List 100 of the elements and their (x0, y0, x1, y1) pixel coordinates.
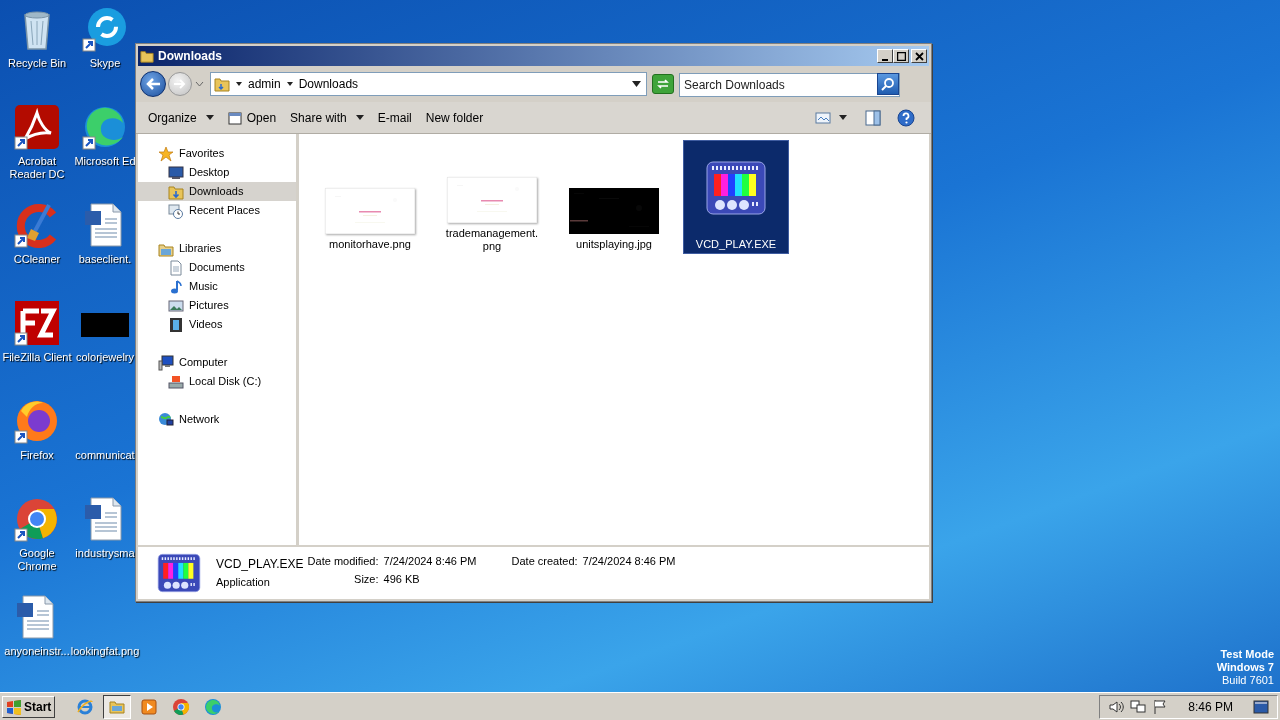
network-globe-icon (158, 411, 174, 428)
desktop-icon[interactable]: communicat (74, 397, 136, 495)
field-value: 7/24/2024 8:46 PM (383, 555, 477, 568)
browser-icon (204, 697, 223, 716)
desktop-icon[interactable]: FileZilla Client (0, 299, 74, 397)
maximize-button[interactable] (893, 49, 909, 63)
toolbar-button[interactable]: E-mail (371, 105, 418, 130)
nav-item[interactable]: Videos (138, 315, 296, 334)
icon-label: CCleaner (12, 253, 62, 266)
file-item[interactable]: monitorhave.png (317, 140, 423, 254)
system-notice: Build 7601 (1222, 674, 1274, 687)
icon-label: Firefox (19, 449, 55, 462)
arrow-left-icon (145, 77, 161, 91)
field-label: Date created: (510, 555, 578, 568)
preview-pane-icon (865, 109, 881, 126)
speaker-icon[interactable] (1108, 698, 1125, 715)
desktop-icon[interactable]: Recycle Bin (0, 5, 74, 103)
preview-pane-button[interactable] (865, 109, 881, 126)
breadcrumb-item[interactable]: Downloads (298, 75, 359, 93)
chevron-icon (286, 81, 293, 87)
desktop-icon[interactable]: Acrobat Reader DC (0, 103, 74, 201)
close-button[interactable] (911, 49, 927, 63)
chrome-icon (172, 697, 191, 716)
music-note-icon (168, 278, 184, 295)
toolbar-button[interactable]: Open (221, 105, 283, 130)
folder-icon (214, 76, 230, 92)
icon-label: Microsoft Ed (74, 155, 136, 168)
nav-item[interactable]: Network (138, 410, 296, 429)
windows-logo-icon (6, 698, 22, 715)
media-player-icon (140, 697, 159, 716)
nav-item[interactable]: Libraries (138, 239, 296, 258)
flag-icon[interactable] (1152, 698, 1169, 715)
minimize-button[interactable] (877, 49, 893, 63)
icon-label: Skype (89, 57, 121, 70)
folder-icon (140, 49, 154, 63)
file-name: unitsplaying.jpg (575, 238, 653, 251)
address-bar[interactable]: admin Downloads (210, 72, 647, 96)
desktop-icon[interactable]: Firefox (0, 397, 74, 495)
search-field[interactable]: Search Downloads (679, 73, 900, 97)
icon-label: Acrobat Reader DC (8, 155, 66, 181)
nav-item[interactable]: Computer (138, 353, 296, 372)
monitor-icon (168, 164, 184, 181)
breadcrumb-item[interactable]: admin (248, 75, 281, 93)
recent-places-icon (168, 202, 184, 219)
desktop-icon[interactable]: colorjewelry (74, 299, 136, 397)
view-options-button[interactable] (815, 110, 847, 125)
show-desktop-icon[interactable] (1253, 699, 1269, 714)
desktop-icon[interactable]: Microsoft Ed (74, 103, 136, 201)
field-label: Date modified: (307, 555, 379, 568)
icon-label: lookingfat.png (70, 645, 140, 658)
nav-item[interactable]: Recent Places (138, 201, 296, 220)
nav-item[interactable]: Downloads (138, 182, 296, 201)
refresh-button[interactable] (652, 74, 674, 94)
nav-item[interactable]: Desktop (138, 163, 296, 182)
drive-icon (168, 373, 184, 390)
help-button[interactable] (897, 108, 915, 127)
nav-item[interactable]: Pictures (138, 296, 296, 315)
file-item[interactable]: unitsplaying.jpg (561, 140, 667, 254)
document-icon (168, 259, 184, 276)
desktop-icon[interactable]: industrysma (74, 495, 136, 593)
system-notice: Windows 7 (1216, 661, 1274, 674)
toolbar-button[interactable]: Organize (142, 105, 220, 130)
icon-label: Recycle Bin (6, 57, 68, 70)
folder-icon (168, 183, 184, 200)
toolbar-button[interactable]: Share with (284, 105, 370, 130)
file-item[interactable]: trademanagement.png (439, 140, 545, 254)
taskbar-button[interactable] (103, 694, 132, 719)
desktop-icon[interactable]: CCleaner (0, 201, 74, 299)
dropdown-arrow-icon[interactable] (632, 81, 641, 87)
arrow-right-icon (173, 78, 187, 90)
file-type: Application (216, 575, 271, 589)
file-name: VCD_PLAY.EXE (694, 238, 778, 251)
icon-label: colorjewelry (75, 351, 135, 364)
icon-label: FileZilla Client (1, 351, 73, 364)
field-value: 7/24/2024 8:46 PM (582, 555, 676, 568)
minimize-icon (882, 59, 888, 61)
network-icon[interactable] (1130, 698, 1147, 715)
search-button[interactable] (877, 73, 899, 95)
nav-item[interactable]: Local Disk (C:) (138, 372, 296, 391)
file-item[interactable]: VCD_PLAY.EXE (683, 140, 789, 254)
start-button[interactable]: Start (2, 695, 56, 718)
clock: 8:46 PM (1188, 698, 1233, 716)
caret-icon (839, 115, 847, 120)
picture-icon (168, 297, 184, 314)
nav-item[interactable]: Favorites (138, 144, 296, 163)
desktop-icon[interactable]: Skype (74, 5, 136, 103)
nav-item[interactable]: Documents (138, 258, 296, 277)
chevron-icon (236, 81, 242, 87)
desktop-icon[interactable]: Google Chrome (0, 495, 74, 593)
back-button[interactable] (140, 71, 166, 97)
nav-item[interactable]: Music (138, 277, 296, 296)
icon-label: communicat (75, 449, 135, 462)
desktop-icon[interactable]: baseclient. (74, 201, 136, 299)
refresh-icon (656, 78, 670, 90)
window-icon (227, 110, 242, 125)
system-notice: Test Mode (1220, 648, 1274, 661)
file-name: trademanagement.png (444, 227, 540, 253)
toolbar-button[interactable]: New folder (419, 105, 490, 130)
view-icon (815, 110, 831, 125)
search-icon (881, 77, 895, 91)
